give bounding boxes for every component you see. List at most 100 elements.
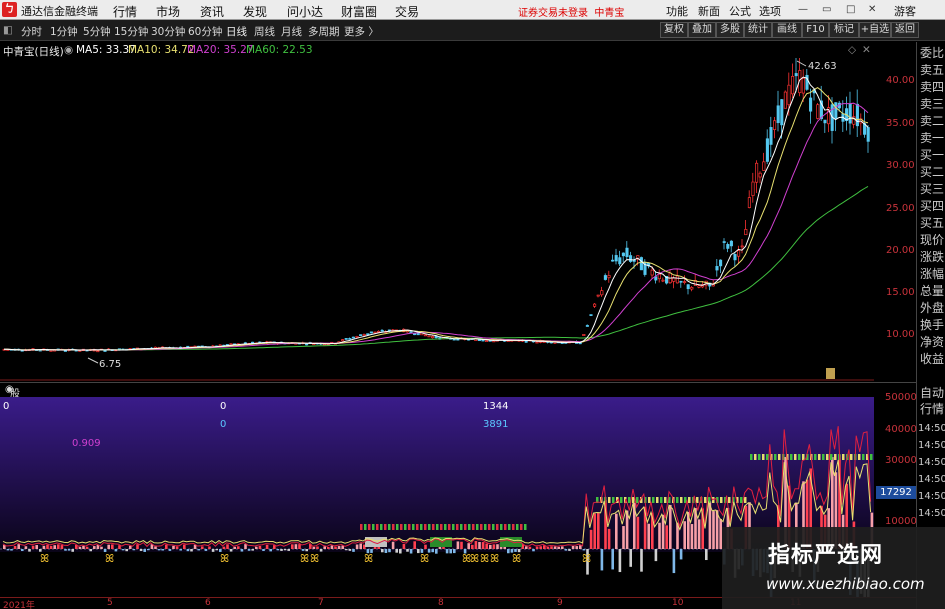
sidebar-label: 买四	[920, 199, 945, 213]
volume-bar	[492, 544, 496, 549]
signal-strip-mark	[728, 497, 731, 503]
volume-bar	[283, 549, 287, 551]
formula-button[interactable]: 公式	[729, 3, 751, 19]
guest-account[interactable]: 游客	[894, 3, 916, 19]
period-more[interactable]: 更多 〉	[344, 24, 379, 39]
sidebar-label: 委比	[920, 46, 945, 60]
period-5min[interactable]: 5分钟	[83, 24, 111, 39]
close-chart-icon[interactable]: ✕	[862, 44, 871, 56]
candle-body	[186, 345, 190, 348]
volume-bar	[481, 542, 485, 549]
period-15min[interactable]: 15分钟	[114, 24, 148, 39]
candle-body	[787, 84, 791, 106]
volume-bar	[607, 528, 611, 549]
period-monthly[interactable]: 月线	[281, 24, 302, 39]
date-tick: 8	[438, 598, 444, 608]
period-1min[interactable]: 1分钟	[50, 24, 78, 39]
signal-strip-mark	[432, 524, 435, 530]
close-icon[interactable]: ✕	[868, 4, 876, 15]
maximize-icon[interactable]: □	[846, 4, 855, 15]
high-price-label: 42.63	[808, 61, 837, 72]
signal-strip-mark	[424, 524, 427, 530]
volume-bar	[535, 546, 539, 549]
volume-bar	[154, 546, 157, 549]
period-multi[interactable]: 多周期	[308, 24, 340, 39]
overlay-button[interactable]: 叠加	[688, 22, 716, 38]
signal-strip-mark	[774, 454, 777, 460]
minimize-icon[interactable]: —	[798, 4, 808, 15]
date-tick: 10	[672, 598, 684, 608]
signal-strip-mark	[476, 524, 479, 530]
draw-line-button[interactable]: 画线	[772, 22, 802, 38]
volume-bar	[93, 546, 96, 549]
candle-body	[359, 334, 363, 337]
diamond-icon[interactable]: ◇	[848, 44, 856, 56]
volume-bar	[593, 513, 596, 549]
candle-body	[719, 259, 723, 267]
volume-bar	[258, 545, 262, 549]
signal-strip-mark	[720, 497, 723, 503]
volume-bar	[64, 549, 67, 551]
sidebar-label[interactable]: 行情	[920, 402, 944, 416]
candle-body	[661, 279, 665, 282]
options-button[interactable]: 选项	[759, 3, 781, 19]
menu-trade[interactable]: 交易	[395, 3, 419, 20]
mark-button[interactable]: 标记	[829, 22, 859, 38]
candle-body	[305, 343, 309, 346]
main-chart-header: 中青宝(日线) ◉ MA5: 33.37 MA10: 34.72 MA20: 3…	[0, 42, 915, 58]
volume-bar	[712, 511, 715, 549]
menu-market-quotes[interactable]: 行情	[113, 3, 137, 20]
signal-strip-mark	[612, 497, 615, 503]
period-intraday[interactable]: 分时	[21, 24, 42, 39]
volume-bar	[582, 549, 586, 551]
sidebar-label[interactable]: 自动	[920, 386, 944, 400]
menu-discover[interactable]: 发现	[243, 3, 267, 20]
volume-bar	[629, 549, 632, 567]
candle-body	[791, 75, 795, 95]
period-daily[interactable]: 日线	[226, 24, 247, 39]
toggle-panel-icon[interactable]: ◧	[3, 24, 13, 36]
butterfly-signal-icon: ꕤ	[105, 552, 114, 565]
menu-market[interactable]: 市场	[156, 3, 180, 20]
menu-wealth-circle[interactable]: 财富圈	[341, 3, 377, 20]
multi-stock-button[interactable]: 多股	[716, 22, 744, 38]
settings-dot-icon[interactable]: ◉	[64, 44, 73, 56]
restore-icon[interactable]: ▭	[822, 4, 831, 15]
candle-body	[765, 138, 769, 162]
candle-body	[351, 336, 355, 339]
adjust-button[interactable]: 复权	[660, 22, 688, 38]
sidebar-label: 净资	[920, 335, 945, 349]
period-60min[interactable]: 60分钟	[188, 24, 222, 39]
volume-bar	[157, 549, 161, 551]
candle-body	[629, 255, 633, 262]
price-tick: 20.00	[886, 245, 915, 256]
menu-news[interactable]: 资讯	[200, 3, 224, 20]
date-tick: 9	[557, 598, 563, 608]
volume-bar	[125, 549, 128, 552]
f10-button[interactable]: F10	[802, 22, 829, 38]
candlestick-chart[interactable]: 42.63 6.75	[0, 58, 874, 381]
candle-body	[672, 277, 676, 282]
signal-strip-mark	[480, 524, 483, 530]
candle-body	[783, 91, 787, 109]
back-button[interactable]: 返回	[891, 22, 919, 38]
signal-strip-mark	[504, 524, 507, 530]
login-warning[interactable]: 证券交易未登录 中青宝	[518, 4, 624, 19]
volume-tick: 30000	[885, 455, 917, 466]
signal-strip-mark	[842, 454, 845, 460]
volume-bar	[6, 549, 10, 551]
indicator-title-wrap[interactable]: ◉ 股票指标网	[5, 384, 20, 460]
function-button[interactable]: 功能	[666, 3, 688, 19]
period-weekly[interactable]: 周线	[254, 24, 275, 39]
new-page-button[interactable]: 新面	[698, 3, 720, 19]
stats-button[interactable]: 统计	[744, 22, 772, 38]
candle-body	[650, 269, 654, 276]
candle-body	[373, 331, 377, 334]
add-watchlist-button[interactable]: +自选	[859, 22, 891, 38]
signal-strip-mark	[456, 524, 459, 530]
menu-ask-xiaoda[interactable]: 问小达	[287, 3, 323, 20]
period-30min[interactable]: 30分钟	[151, 24, 185, 39]
candle-body	[618, 257, 622, 265]
signal-strip-mark	[652, 497, 655, 503]
candle-body	[866, 127, 870, 142]
